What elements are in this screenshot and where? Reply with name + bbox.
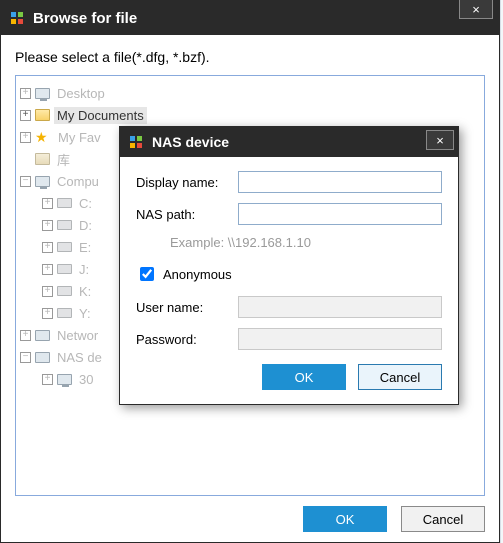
expand-icon[interactable]: + [42,374,53,385]
collapse-icon[interactable]: − [20,352,31,363]
anonymous-row: Anonymous [136,264,442,284]
anonymous-checkbox[interactable] [140,267,154,281]
username-input[interactable] [238,296,442,318]
expand-icon[interactable]: + [42,286,53,297]
tree-node-label: E: [76,239,94,256]
dialog-cancel-button[interactable]: Cancel [358,364,442,390]
tree-node[interactable]: + Desktop [20,82,480,104]
monitor-icon [35,176,50,187]
username-label: User name: [136,300,238,315]
app-icon [9,10,25,26]
cancel-button[interactable]: Cancel [401,506,485,532]
tree-node-label: C: [76,195,95,212]
nas-path-label: NAS path: [136,207,238,222]
window-close-button[interactable]: × [459,0,493,19]
tree-node-label: Y: [76,305,94,322]
drive-icon [57,264,72,274]
monitor-icon [57,374,72,385]
dialog-ok-button[interactable]: OK [262,364,346,390]
expand-icon[interactable]: + [20,110,31,121]
expand-icon[interactable]: + [42,242,53,253]
tree-node[interactable]: + My Documents [20,104,480,126]
window-button-bar: OK Cancel [1,496,499,542]
expand-icon[interactable]: + [42,198,53,209]
dialog-body: Display name: NAS path: Example: \\192.1… [120,157,458,404]
expand-icon[interactable]: + [20,88,31,99]
close-icon: × [472,2,480,17]
password-label: Password: [136,332,238,347]
nas-path-input[interactable] [238,203,442,225]
password-row: Password: [136,328,442,350]
nas-device-dialog: NAS device × Display name: NAS path: Exa… [119,126,459,405]
close-icon: × [436,133,444,148]
tree-node-label: Compu [54,173,102,190]
expand-icon[interactable]: + [42,308,53,319]
dialog-title: NAS device [152,134,229,150]
tree-node-label: NAS de [54,349,105,366]
window-title: Browse for file [33,10,137,27]
drive-icon [57,242,72,252]
collapse-icon[interactable]: − [20,176,31,187]
star-icon: ★ [35,130,51,144]
drive-icon [57,308,72,318]
anonymous-label[interactable]: Anonymous [163,267,232,282]
network-icon [35,352,50,363]
tree-node-label: 库 [54,149,73,170]
app-icon [128,134,144,150]
display-name-input[interactable] [238,171,442,193]
network-icon [35,330,50,341]
dialog-titlebar: NAS device × [120,127,458,157]
instruction-text: Please select a file(*.dfg, *.bzf). [15,49,485,65]
expand-icon[interactable]: + [20,132,31,143]
nas-path-example: Example: \\192.168.1.10 [170,235,442,250]
tree-node-label: Desktop [54,85,108,102]
display-name-row: Display name: [136,171,442,193]
expand-icon[interactable]: + [42,220,53,231]
expand-icon[interactable]: + [42,264,53,275]
drive-icon [57,220,72,230]
display-name-label: Display name: [136,175,238,190]
tree-node-label: My Documents [54,107,147,124]
tree-node-label: D: [76,217,95,234]
folder-icon [35,109,50,121]
tree-node-label: My Fav [55,129,104,146]
tree-node-label: Networ [54,327,101,344]
folder-icon [35,153,50,165]
window-titlebar: Browse for file × [1,1,499,35]
expand-icon[interactable]: + [20,330,31,341]
tree-node-label: J: [76,261,92,278]
monitor-icon [35,88,50,99]
dialog-button-bar: OK Cancel [136,364,442,390]
dialog-close-button[interactable]: × [426,130,454,150]
tree-node-label: 30 [76,371,96,388]
tree-node-label: K: [76,283,94,300]
password-input[interactable] [238,328,442,350]
nas-path-row: NAS path: [136,203,442,225]
ok-button[interactable]: OK [303,506,387,532]
username-row: User name: [136,296,442,318]
drive-icon [57,198,72,208]
drive-icon [57,286,72,296]
